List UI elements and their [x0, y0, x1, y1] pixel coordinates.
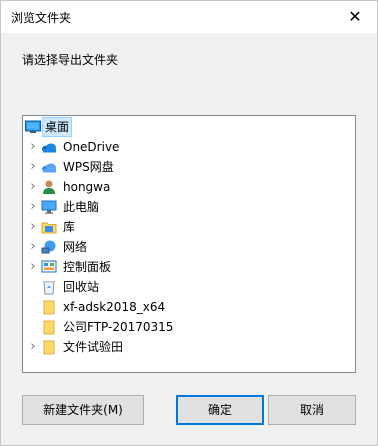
tree-item-label: 公司FTP-20170315 [63, 320, 174, 334]
tree-item-desktop[interactable]: 桌面 [23, 117, 355, 137]
tree-item-library[interactable]: › 库 [23, 217, 355, 237]
onedrive-cloud-icon [42, 143, 56, 153]
tree-item-label: hongwa [63, 180, 111, 194]
chevron-right-icon[interactable]: › [27, 180, 39, 193]
browse-folder-dialog: 浏览文件夹 ✕ 请选择导出文件夹 桌面 › OneDrive › WPS网盘 ›… [0, 0, 378, 446]
tree-item-label: OneDrive [63, 140, 120, 154]
close-icon: ✕ [348, 7, 362, 26]
tree-item-onedrive[interactable]: › OneDrive [23, 137, 355, 157]
tree-item-label: 文件试验田 [63, 340, 124, 354]
tree-item-label: 回收站 [63, 280, 100, 294]
tree-item-label: xf-adsk2018_x64 [63, 300, 166, 314]
cancel-button[interactable]: 取消 [268, 395, 356, 425]
tree-item-folder[interactable]: xf-adsk2018_x64 [23, 297, 355, 317]
chevron-right-icon[interactable]: › [27, 340, 39, 353]
tree-item-label: 网络 [63, 240, 88, 254]
close-button[interactable]: ✕ [333, 1, 377, 33]
folder-icon [43, 300, 55, 315]
new-folder-button[interactable]: 新建文件夹(M) [22, 395, 144, 425]
computer-icon [41, 200, 57, 214]
tree-item-label: 库 [63, 220, 76, 234]
ok-button[interactable]: 确定 [176, 395, 264, 425]
instruction-text: 请选择导出文件夹 [22, 53, 119, 67]
network-icon [41, 240, 56, 254]
desktop-icon [25, 120, 41, 133]
title-bar: 浏览文件夹 ✕ [1, 1, 377, 33]
tree-item-wps-cloud[interactable]: › WPS网盘 [23, 157, 355, 177]
tree-item-control-panel[interactable]: › 控制面板 [23, 257, 355, 277]
folder-tree[interactable]: 桌面 › OneDrive › WPS网盘 › hongwa › 此电脑 › 库… [22, 115, 356, 373]
tree-item-recycle-bin[interactable]: 回收站 [23, 277, 355, 297]
folder-icon [43, 340, 55, 355]
tree-item-label: 此电脑 [63, 200, 100, 214]
chevron-right-icon[interactable]: › [27, 160, 39, 173]
control-panel-icon [41, 260, 57, 273]
tree-item-label: WPS网盘 [63, 160, 114, 174]
user-icon [43, 180, 55, 194]
chevron-right-icon[interactable]: › [27, 200, 39, 213]
dialog-body: 请选择导出文件夹 桌面 › OneDrive › WPS网盘 › hongwa … [1, 33, 377, 445]
tree-item-user[interactable]: › hongwa [23, 177, 355, 197]
tree-item-folder[interactable]: 公司FTP-20170315 [23, 317, 355, 337]
tree-item-label: 桌面 [41, 117, 73, 137]
recycle-bin-icon [43, 281, 55, 295]
folder-icon [43, 320, 55, 335]
tree-item-folder[interactable]: › 文件试验田 [23, 337, 355, 357]
wps-cloud-icon [42, 163, 56, 173]
chevron-right-icon[interactable]: › [27, 220, 39, 233]
chevron-right-icon[interactable]: › [27, 260, 39, 273]
tree-item-this-pc[interactable]: › 此电脑 [23, 197, 355, 217]
chevron-right-icon[interactable]: › [27, 240, 39, 253]
tree-item-label: 控制面板 [63, 260, 112, 274]
window-title: 浏览文件夹 [11, 11, 72, 25]
tree-item-network[interactable]: › 网络 [23, 237, 355, 257]
chevron-right-icon[interactable]: › [27, 140, 39, 153]
library-icon [41, 222, 57, 234]
